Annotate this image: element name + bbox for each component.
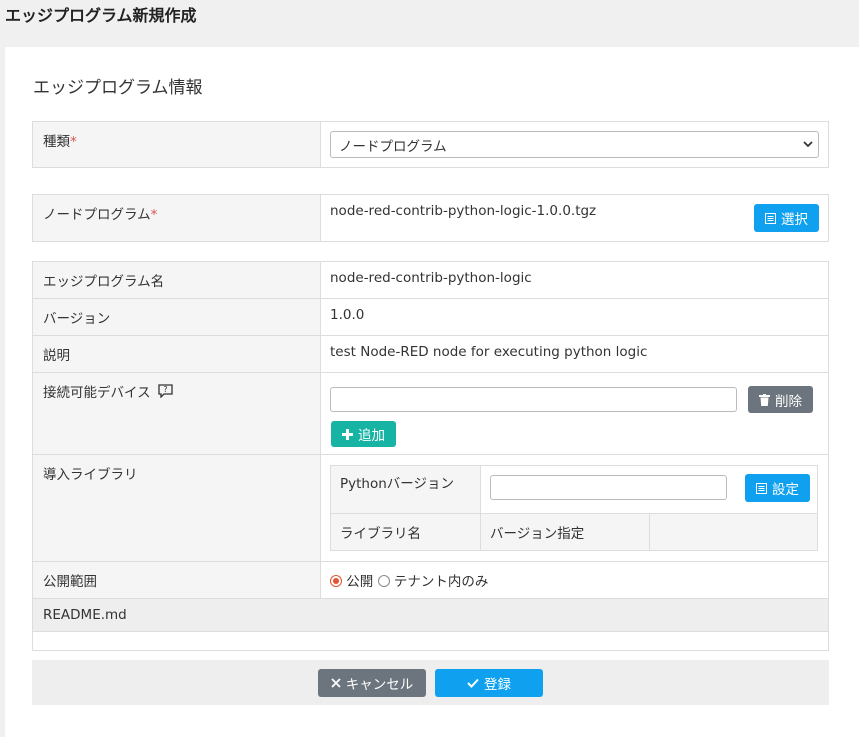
page-title: エッジプログラム新規作成 (5, 6, 197, 25)
libraries-value-cell: Pythonバージョン 設定 ライブラリ名 バージョン指定 (320, 454, 829, 562)
svg-text:?: ? (163, 385, 167, 394)
register-button-label: 登録 (484, 677, 511, 693)
select-file-button-label: 選択 (781, 212, 808, 228)
radio-tenant-only-label: テナント内のみ (393, 574, 489, 590)
library-version-header: バージョン指定 (480, 513, 650, 551)
section-title: エッジプログラム情報 (33, 78, 203, 98)
check-icon (467, 678, 479, 688)
chevron-down-icon (803, 141, 813, 148)
library-action-header (648, 513, 818, 551)
python-version-label: Pythonバージョン (330, 465, 481, 514)
trash-icon (759, 393, 770, 406)
set-python-version-button[interactable]: 設定 (745, 474, 810, 502)
info-table: エッジプログラム名 node-red-contrib-python-logic … (32, 261, 829, 651)
required-mark: * (70, 134, 77, 150)
node-program-table: ノードプログラム* node-red-contrib-python-logic-… (32, 194, 829, 242)
set-python-version-button-label: 設定 (772, 482, 799, 498)
node-program-label: ノードプログラム (43, 207, 151, 223)
node-program-file: node-red-contrib-python-logic-1.0.0.tgz (330, 203, 597, 219)
python-version-cell: 設定 (480, 465, 818, 514)
readme-content[interactable] (32, 631, 829, 651)
node-program-label-cell: ノードプログラム* (32, 194, 321, 242)
library-table: Pythonバージョン 設定 ライブラリ名 バージョン指定 (330, 465, 818, 551)
version-label: バージョン (32, 298, 321, 336)
radio-public[interactable] (330, 575, 342, 587)
name-value: node-red-contrib-python-logic (320, 261, 829, 299)
visibility-value-cell: 公開 テナント内のみ (320, 561, 829, 599)
type-label: 種類 (43, 134, 70, 150)
devices-label-cell: 接続可能デバイス ? (32, 372, 321, 455)
devices-value-cell: 削除 追加 (320, 372, 829, 455)
comment-help-icon[interactable]: ? (158, 384, 173, 399)
type-label-cell: 種類* (32, 121, 321, 168)
list-icon (756, 482, 767, 494)
select-file-button[interactable]: 選択 (754, 204, 819, 232)
type-value-cell: ノードプログラム (320, 121, 829, 168)
list-icon (765, 212, 776, 224)
type-select[interactable]: ノードプログラム (330, 131, 819, 158)
libraries-label: 導入ライブラリ (32, 454, 321, 562)
type-table: 種類* ノードプログラム (32, 121, 829, 168)
plus-icon (342, 428, 353, 440)
cancel-button-label: キャンセル (345, 677, 414, 693)
devices-label: 接続可能デバイス (43, 385, 151, 401)
description-label: 説明 (32, 335, 321, 373)
python-version-input[interactable] (490, 475, 727, 500)
add-device-button[interactable]: 追加 (331, 421, 396, 447)
description-value: test Node-RED node for executing python … (320, 335, 829, 373)
delete-device-button[interactable]: 削除 (748, 386, 813, 413)
footer-bar: キャンセル 登録 (32, 660, 829, 705)
radio-public-label: 公開 (346, 574, 374, 590)
library-name-header: ライブラリ名 (330, 513, 481, 551)
close-icon (331, 678, 341, 688)
version-value: 1.0.0 (320, 298, 829, 336)
node-program-value-cell: node-red-contrib-python-logic-1.0.0.tgz … (320, 194, 829, 242)
form-card: エッジプログラム情報 種類* ノードプログラム ノードプログラム* node-r… (5, 47, 859, 737)
required-mark: * (150, 207, 158, 223)
cancel-button[interactable]: キャンセル (318, 669, 426, 697)
name-label: エッジプログラム名 (32, 261, 321, 299)
device-input[interactable] (330, 387, 737, 412)
register-button[interactable]: 登録 (435, 669, 543, 697)
add-device-button-label: 追加 (358, 428, 385, 444)
readme-label: README.md (32, 598, 829, 632)
type-select-value: ノードプログラム (339, 139, 447, 155)
radio-tenant-only[interactable] (377, 575, 390, 587)
delete-device-button-label: 削除 (775, 393, 802, 410)
visibility-label: 公開範囲 (32, 561, 321, 599)
